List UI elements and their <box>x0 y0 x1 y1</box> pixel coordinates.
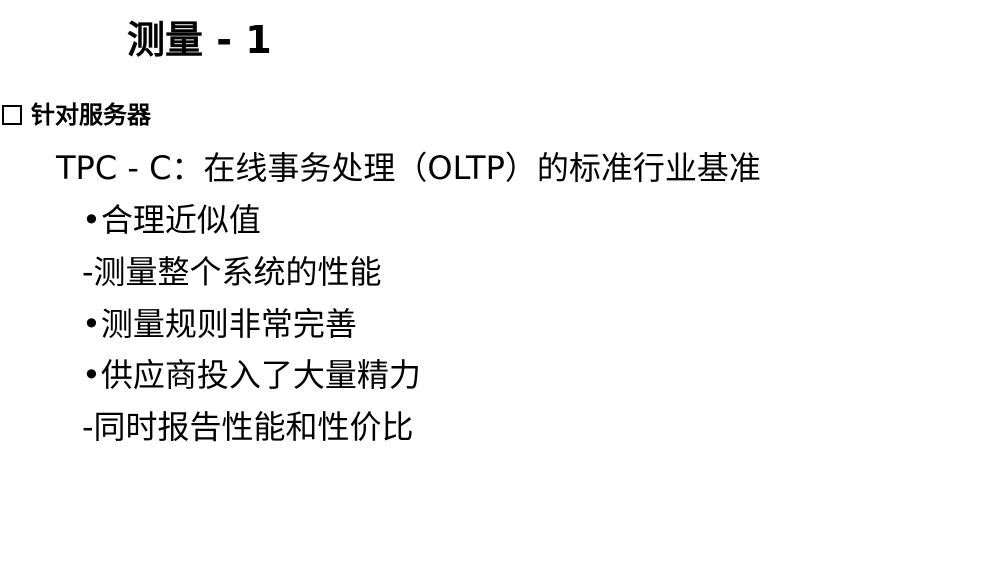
sub-bullet-system-performance: -测量整个系统的性能 <box>82 253 382 291</box>
checkbox-icon <box>2 105 22 125</box>
bullet-vendor-effort: •供应商投入了大量精力 <box>82 356 421 394</box>
slide-title: 测量 - 1 <box>127 18 272 62</box>
slide: 测量 - 1 针对服务器 TPC - C：在线事务处理（OLTP）的标准行业基准… <box>0 0 1007 567</box>
sub-bullet-price-performance: -同时报告性能和性价比 <box>82 408 414 446</box>
bullet-approximation: •合理近似值 <box>82 201 261 239</box>
section-heading-text: 针对服务器 <box>31 101 151 129</box>
body-line-tpc-c: TPC - C：在线事务处理（OLTP）的标准行业基准 <box>56 149 761 187</box>
section-heading: 针对服务器 <box>2 98 151 132</box>
bullet-measurement-rules: •测量规则非常完善 <box>82 305 357 343</box>
